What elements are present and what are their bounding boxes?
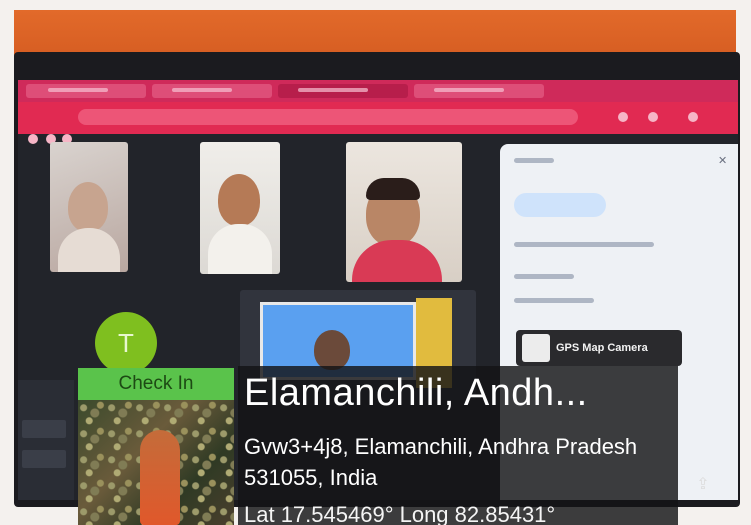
tab-title — [434, 88, 504, 92]
participant-tile[interactable] — [50, 142, 128, 272]
participant-body — [208, 224, 272, 274]
extension-icon[interactable] — [618, 112, 628, 122]
strip-item — [22, 450, 66, 468]
wall — [14, 10, 736, 58]
tab-title — [48, 88, 108, 92]
location-coordinates: Lat 17.545469° Long 82.85431° — [244, 502, 556, 525]
strip-item — [22, 420, 66, 438]
participant-face — [314, 330, 350, 370]
participant-body — [352, 240, 442, 282]
map-marker — [140, 430, 180, 525]
participant-face — [68, 182, 108, 232]
check-in-label: Check In — [78, 368, 234, 400]
location-place: Elamanchili, Andh... — [244, 372, 588, 414]
panel-section-label — [514, 274, 574, 279]
participant-face — [218, 174, 260, 226]
add-people-button[interactable] — [514, 193, 606, 217]
map-pin-icon — [522, 334, 550, 362]
location-address: Gvw3+4j8, Elamanchili, Andhra Pradesh 53… — [244, 434, 638, 490]
participant-tile[interactable] — [346, 142, 462, 282]
profile-icon[interactable] — [688, 112, 698, 122]
map-thumbnail — [78, 400, 234, 525]
bookmark-icon[interactable] — [648, 112, 658, 122]
upload-icon: ⇪ — [696, 476, 710, 493]
browser-tab-bar — [18, 80, 738, 102]
photo: ✕ T GPS Map Camera Check In Elamanchili,… — [0, 0, 751, 525]
search-for-people-input[interactable] — [514, 242, 654, 247]
browser-address-bar — [18, 102, 738, 144]
participant-avatar: T — [95, 312, 157, 374]
tab-title — [298, 88, 368, 92]
participant-tile[interactable] — [200, 142, 280, 274]
panel-title — [514, 158, 554, 163]
participant-body — [58, 228, 120, 272]
tab-title — [172, 88, 232, 92]
side-strip — [18, 380, 74, 500]
gps-camera-name: GPS Map Camera — [556, 342, 648, 354]
participant-hair — [366, 178, 420, 200]
url-field[interactable] — [78, 109, 578, 125]
panel-section-label — [514, 298, 594, 303]
close-icon[interactable]: ✕ — [718, 156, 728, 167]
back-icon[interactable] — [28, 134, 38, 144]
